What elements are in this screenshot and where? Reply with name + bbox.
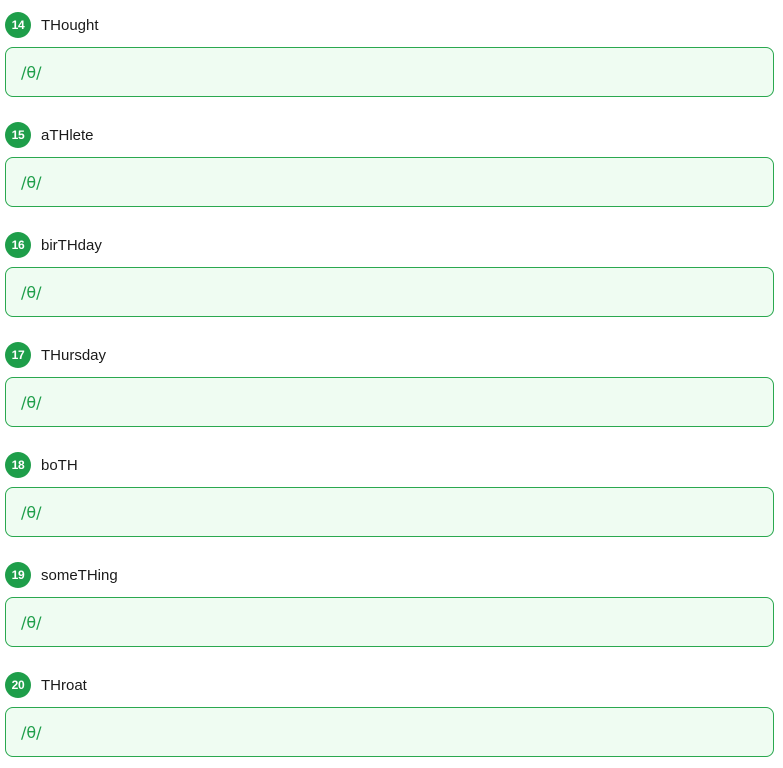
item-header: 19 someTHing [5, 562, 118, 588]
item-word: THought [41, 16, 99, 34]
item-word: birTHday [41, 236, 102, 254]
item-header: 20 THroat [5, 672, 87, 698]
answer-box[interactable]: /θ/ [5, 377, 774, 427]
answer-box[interactable]: /θ/ [5, 267, 774, 317]
item-header: 16 birTHday [5, 232, 102, 258]
item-word: someTHing [41, 566, 118, 584]
exercise-item: 16 birTHday /θ/ [0, 232, 783, 342]
item-header: 15 aTHlete [5, 122, 94, 148]
item-number-badge: 20 [5, 672, 31, 698]
exercise-item: 18 boTH /θ/ [0, 452, 783, 562]
exercise-item: 15 aTHlete /θ/ [0, 122, 783, 232]
item-number-badge: 16 [5, 232, 31, 258]
item-header: 14 THought [5, 12, 99, 38]
item-word: aTHlete [41, 126, 94, 144]
item-word: THroat [41, 676, 87, 694]
answer-box[interactable]: /θ/ [5, 487, 774, 537]
item-header: 17 THursday [5, 342, 106, 368]
exercise-item: 14 THought /θ/ [0, 12, 783, 122]
answer-box[interactable]: /θ/ [5, 597, 774, 647]
item-number-badge: 15 [5, 122, 31, 148]
exercise-item: 20 THroat /θ/ [0, 672, 783, 768]
item-number-badge: 19 [5, 562, 31, 588]
exercise-item: 19 someTHing /θ/ [0, 562, 783, 672]
answer-box[interactable]: /θ/ [5, 707, 774, 757]
item-word: THursday [41, 346, 107, 364]
exercise-item: 17 THursday /θ/ [0, 342, 783, 452]
item-header: 18 boTH [5, 452, 78, 478]
answer-box[interactable]: /θ/ [5, 47, 774, 97]
item-word: boTH [41, 456, 78, 474]
item-number-badge: 17 [5, 342, 31, 368]
answer-box[interactable]: /θ/ [5, 157, 774, 207]
item-number-badge: 14 [5, 12, 31, 38]
item-number-badge: 18 [5, 452, 31, 478]
